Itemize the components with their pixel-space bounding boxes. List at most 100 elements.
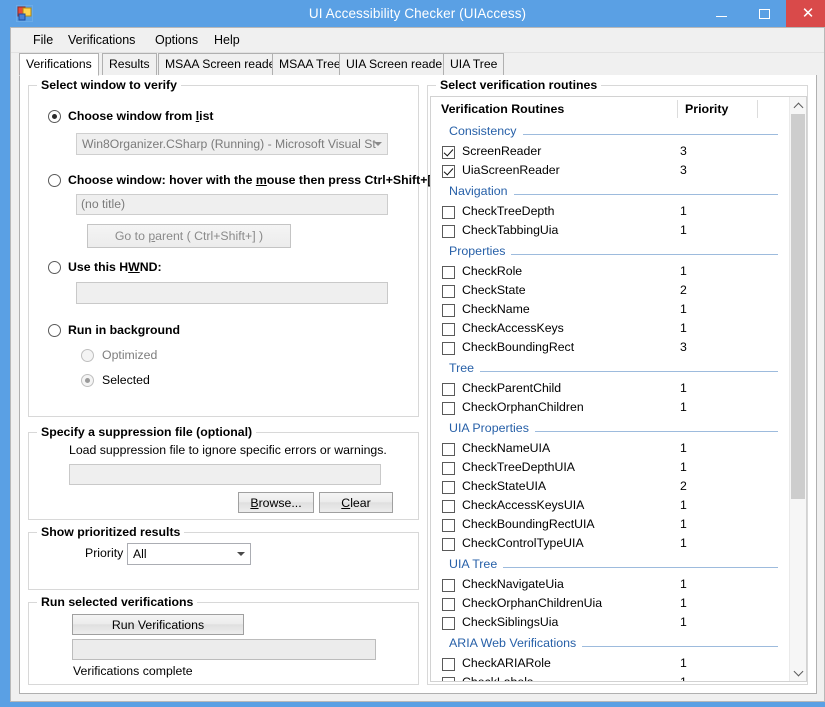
routine-checkbox[interactable] [442,481,455,494]
routine-row[interactable]: CheckState 2 [431,282,790,301]
tab-uia-screen-reader[interactable]: UIA Screen reader [339,53,454,76]
title-bar: UI Accessibility Checker (UIAccess) ✕ [5,0,825,27]
routine-row[interactable]: CheckControlTypeUIA 1 [431,535,790,554]
list-vertical-scrollbar[interactable] [789,97,806,681]
routine-checkbox[interactable] [442,617,455,630]
routine-checkbox[interactable] [442,500,455,513]
routine-name: UiaScreenReader [462,163,560,177]
routine-checkbox[interactable] [442,323,455,336]
list-body[interactable]: Consistency ScreenReader 3 UiaScreenReader 3… [431,121,790,681]
radio-use-this-hwnd[interactable] [48,261,61,274]
routine-name: CheckName [462,302,530,316]
column-header-priority[interactable]: Priority [685,97,728,121]
routine-name: CheckStateUIA [462,479,547,493]
tab-msaa-screen-reader[interactable]: MSAA Screen reader [158,53,287,76]
scroll-up-icon[interactable] [790,97,806,114]
routine-row[interactable]: CheckAccessKeys 1 [431,320,790,339]
routine-checkbox[interactable] [442,146,455,159]
routine-checkbox[interactable] [442,538,455,551]
routine-row[interactable]: CheckTreeDepthUIA 1 [431,459,790,478]
scrollbar-thumb[interactable] [791,114,805,499]
routine-row[interactable]: CheckOrphanChildrenUia 1 [431,595,790,614]
tab-uia-tree[interactable]: UIA Tree [443,53,505,76]
routine-name: CheckBoundingRect [462,340,575,354]
menu-verifications[interactable]: Verifications [60,28,143,52]
routine-checkbox[interactable] [442,598,455,611]
radio-choose-window-hover[interactable] [48,174,61,187]
group-select-window-legend: Select window to verify [37,78,181,92]
tab-results[interactable]: Results [102,53,157,76]
menu-bar: File Verifications Options Help [11,28,824,53]
routine-priority: 1 [680,302,687,316]
routine-row[interactable]: CheckStateUIA 2 [431,478,790,497]
column-header-verification-routines[interactable]: Verification Routines [441,97,564,121]
routine-row[interactable]: CheckARIARole 1 [431,655,790,674]
textbox-hwnd[interactable] [76,282,388,304]
routine-checkbox[interactable] [442,519,455,532]
browse-button[interactable]: Browse... [238,492,314,513]
routine-priority: 1 [680,577,687,591]
combo-window-list[interactable]: Win8Organizer.CSharp (Running) - Microso… [76,133,388,155]
routine-row[interactable]: CheckRole 1 [431,263,790,282]
routine-row[interactable]: CheckName 1 [431,301,790,320]
routine-row[interactable]: CheckBoundingRectUIA 1 [431,516,790,535]
routine-checkbox[interactable] [442,658,455,671]
scroll-down-icon[interactable] [790,664,806,681]
routine-checkbox[interactable] [442,165,455,178]
routine-checkbox[interactable] [442,304,455,317]
run-verifications-button-label: Run Verifications [111,617,205,632]
radio-run-in-background[interactable] [48,324,61,337]
routine-checkbox[interactable] [442,677,455,681]
routine-checkbox[interactable] [442,285,455,298]
group-prioritized-results: Show prioritized results Priority All [28,525,419,590]
routine-row[interactable]: CheckParentChild 1 [431,380,790,399]
routine-row[interactable]: CheckLabels 1 [431,674,790,681]
routine-row[interactable]: CheckAccessKeysUIA 1 [431,497,790,516]
group-verification-routines: Select verification routines Verificatio… [427,78,808,685]
routine-checkbox[interactable] [442,225,455,238]
routine-checkbox[interactable] [442,579,455,592]
radio-selected[interactable] [81,374,94,387]
chevron-up-glyph [793,102,803,112]
menu-file[interactable]: File [25,28,61,52]
routine-row[interactable]: CheckOrphanChildren 1 [431,399,790,418]
routine-row[interactable]: ScreenReader 3 [431,143,790,162]
combo-priority[interactable]: All [127,543,251,565]
tab-verifications[interactable]: Verifications [19,53,99,76]
textbox-hovered-window-title[interactable]: (no title) [76,194,388,215]
list-column-headers: Verification Routines Priority [431,97,806,122]
routine-checkbox[interactable] [442,266,455,279]
radio-choose-window-from-list[interactable] [48,110,61,123]
routine-checkbox[interactable] [442,443,455,456]
routine-row[interactable]: CheckTreeDepth 1 [431,203,790,222]
routine-priority: 1 [680,441,687,455]
clear-button[interactable]: Clear [319,492,393,513]
routine-checkbox[interactable] [442,342,455,355]
application-window: UI Accessibility Checker (UIAccess) ✕ Fi… [0,0,825,707]
radio-optimized[interactable] [81,349,94,362]
tab-msaa-tree[interactable]: MSAA Tree [272,53,348,76]
routine-checkbox[interactable] [442,383,455,396]
routine-checkbox[interactable] [442,206,455,219]
routine-row[interactable]: UiaScreenReader 3 [431,162,790,181]
routine-name: CheckAccessKeys [462,321,564,335]
menu-options[interactable]: Options [147,28,206,52]
routine-row[interactable]: CheckNavigateUia 1 [431,576,790,595]
menu-help[interactable]: Help [206,28,248,52]
routine-checkbox[interactable] [442,402,455,415]
routine-row[interactable]: CheckBoundingRect 3 [431,339,790,358]
close-button[interactable]: ✕ [786,0,825,27]
routine-section-label: UIA Properties [449,421,535,435]
routine-row[interactable]: CheckNameUIA 1 [431,440,790,459]
routine-checkbox[interactable] [442,462,455,475]
maximize-button[interactable] [743,0,786,27]
routine-row[interactable]: CheckSiblingsUia 1 [431,614,790,633]
run-verifications-button[interactable]: Run Verifications [72,614,244,635]
minimize-button[interactable] [700,0,743,27]
go-to-parent-button[interactable]: Go to parent ( Ctrl+Shift+] ) [87,224,291,248]
textbox-suppression-path[interactable] [69,464,381,485]
routine-row[interactable]: CheckTabbingUia 1 [431,222,790,241]
column-separator[interactable] [757,100,758,118]
column-separator[interactable] [677,100,678,118]
tab-page-verifications: Select window to verify Choose window fr… [19,75,817,694]
